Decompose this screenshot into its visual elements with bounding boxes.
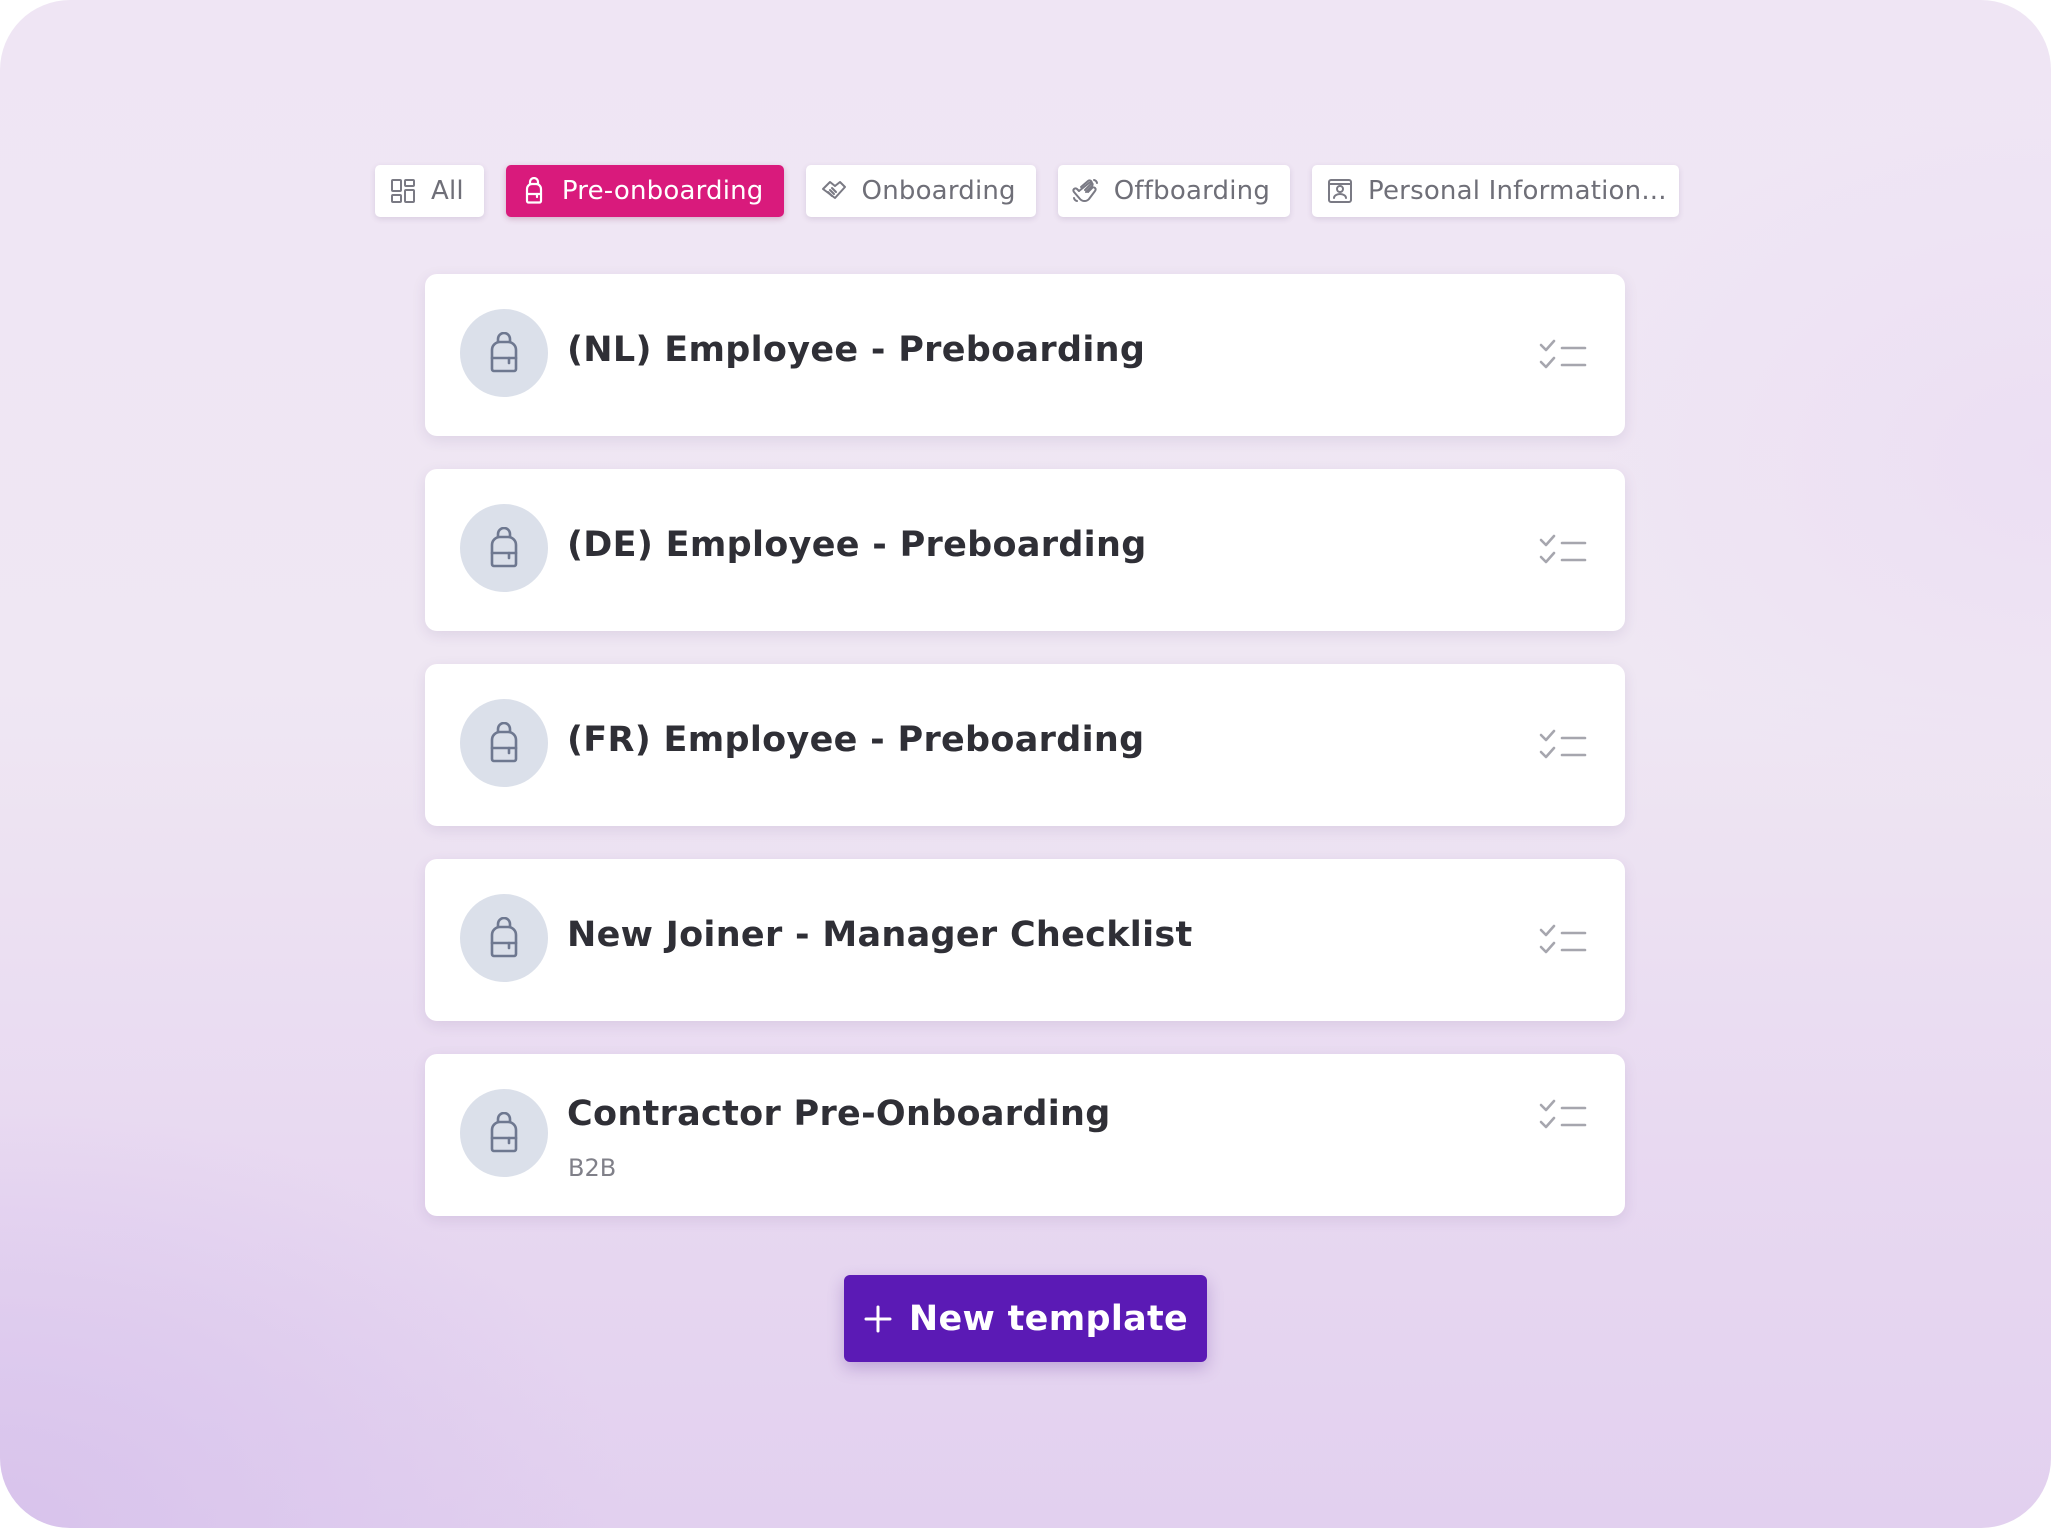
- backpack-icon: [525, 177, 542, 204]
- template-avatar: [460, 309, 548, 397]
- checklist-icon[interactable]: [1539, 533, 1587, 567]
- template-card[interactable]: (FR) Employee - Preboarding: [425, 664, 1625, 826]
- id-card-icon: [1328, 179, 1353, 203]
- template-title: New Joiner - Manager Checklist: [567, 915, 1193, 955]
- grid-icon: [391, 179, 415, 203]
- template-avatar: [460, 894, 548, 982]
- backpack-icon: [490, 722, 518, 763]
- template-subtitle: B2B: [568, 1154, 617, 1182]
- tab-label: Pre-onboarding: [561, 176, 764, 206]
- checklist-icon[interactable]: [1539, 923, 1587, 957]
- checklist-icon[interactable]: [1539, 1098, 1587, 1132]
- checklist-icon[interactable]: [1539, 728, 1587, 762]
- checklist-icon[interactable]: [1539, 338, 1587, 372]
- template-avatar: [460, 504, 548, 592]
- backpack-icon: [490, 332, 518, 373]
- template-avatar: [460, 699, 548, 787]
- template-card[interactable]: New Joiner - Manager Checklist: [425, 859, 1625, 1021]
- template-title: Contractor Pre-Onboarding: [567, 1094, 1111, 1134]
- plus-icon: [864, 1305, 892, 1332]
- backpack-icon: [490, 1112, 518, 1153]
- tab-label: Offboarding: [1113, 176, 1271, 206]
- template-card[interactable]: (NL) Employee - Preboarding: [425, 274, 1625, 436]
- handshake-icon: [821, 181, 846, 199]
- app-canvas: All Pre-onboarding Onboarding Offboardin…: [0, 0, 2051, 1528]
- new-template-label: New template: [908, 1298, 1189, 1339]
- template-avatar: [460, 1089, 548, 1177]
- template-card[interactable]: (DE) Employee - Preboarding: [425, 469, 1625, 631]
- template-list: (NL) Employee - Preboarding (DE) Employe…: [425, 274, 1625, 1249]
- tab-label: Onboarding: [861, 176, 1016, 206]
- tab-label: Personal Information...: [1368, 176, 1667, 206]
- tab-onboarding[interactable]: Onboarding: [805, 165, 1036, 217]
- waving-hand-icon: [1072, 179, 1098, 202]
- backpack-icon: [490, 527, 518, 568]
- tab-personal-information[interactable]: Personal Information...: [1312, 165, 1680, 217]
- tab-offboarding[interactable]: Offboarding: [1057, 165, 1291, 217]
- template-title: (FR) Employee - Preboarding: [567, 720, 1145, 760]
- template-card[interactable]: Contractor Pre-Onboarding B2B: [425, 1054, 1625, 1216]
- new-template-button[interactable]: New template: [844, 1275, 1207, 1362]
- tab-label: All: [431, 176, 464, 206]
- template-title: (DE) Employee - Preboarding: [567, 525, 1147, 565]
- template-title: (NL) Employee - Preboarding: [567, 330, 1146, 370]
- tab-pre-onboarding[interactable]: Pre-onboarding: [505, 165, 784, 217]
- category-tabs: All Pre-onboarding Onboarding Offboardin…: [375, 165, 1680, 217]
- tab-all[interactable]: All: [375, 165, 484, 217]
- backpack-icon: [490, 917, 518, 958]
